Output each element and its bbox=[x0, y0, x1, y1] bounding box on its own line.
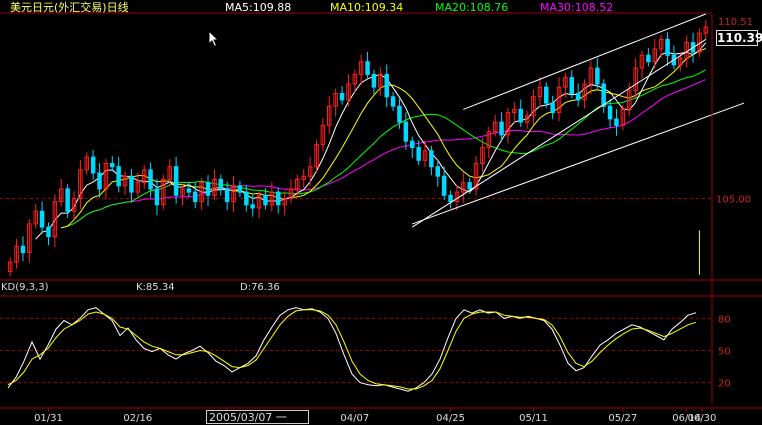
candle-body-56 bbox=[365, 61, 370, 75]
ma5-line bbox=[35, 42, 707, 240]
candle-body-64 bbox=[416, 147, 421, 161]
candle-body-23 bbox=[154, 188, 160, 206]
chart-canvas: 105.00110.5120508001/3102/1603/04/0704/2… bbox=[0, 12, 762, 424]
candle-body-2 bbox=[20, 245, 26, 254]
kd-title: KD(9,3,3) bbox=[1, 282, 49, 293]
candle-body-37 bbox=[244, 191, 249, 206]
candle-body-6 bbox=[46, 226, 51, 238]
kd-tick-80: 80 bbox=[718, 314, 731, 325]
candle-body-66 bbox=[429, 150, 434, 168]
candle-body-17 bbox=[116, 166, 121, 187]
candle-body-80 bbox=[518, 108, 523, 123]
candle-body-68 bbox=[441, 175, 447, 196]
candle-body-61 bbox=[397, 105, 402, 123]
candle-body-38 bbox=[250, 204, 255, 209]
candle-body-36 bbox=[237, 185, 243, 193]
candle-body-72 bbox=[467, 182, 472, 190]
candle-body-40 bbox=[263, 194, 268, 206]
candle-body-93 bbox=[601, 83, 606, 107]
kd-d-line bbox=[7, 309, 697, 390]
time-tick-6: 05/27 bbox=[608, 413, 637, 424]
candle-body-42 bbox=[276, 191, 281, 206]
kd-grid bbox=[0, 317, 712, 384]
cursor-date-box: 2005/03/07 一 bbox=[206, 410, 309, 424]
kd-tick-20: 20 bbox=[718, 379, 731, 390]
candle-body-103 bbox=[665, 38, 670, 56]
price-tick-high: 110.51 bbox=[718, 17, 753, 28]
candle-body-28 bbox=[186, 188, 192, 193]
candle-body-59 bbox=[384, 73, 389, 98]
candle-body-31 bbox=[205, 182, 211, 196]
candle-body-22 bbox=[148, 169, 153, 190]
candle-body-33 bbox=[218, 178, 223, 190]
ma20-legend: MA20:108.76 bbox=[435, 1, 509, 14]
mouse-cursor-icon bbox=[208, 30, 220, 48]
candle-body-57 bbox=[371, 73, 377, 88]
candle-body-5 bbox=[39, 210, 45, 228]
candle-body-60 bbox=[390, 96, 396, 107]
candle-body-63 bbox=[410, 140, 415, 149]
moving-average-lines bbox=[35, 42, 707, 240]
candle-body-100 bbox=[646, 54, 651, 63]
candle-body-29 bbox=[193, 191, 198, 203]
candle-body-88 bbox=[569, 77, 574, 94]
candle-body-13 bbox=[90, 156, 96, 174]
time-tick-0: 01/31 bbox=[34, 413, 63, 424]
candle-body-67 bbox=[435, 166, 440, 177]
kd-tick-50: 50 bbox=[718, 347, 731, 358]
candle-body-9 bbox=[65, 188, 70, 212]
price-tick-105: 105.00 bbox=[716, 194, 751, 205]
candle-body-16 bbox=[110, 163, 115, 168]
time-tick-5: 05/11 bbox=[519, 413, 548, 424]
time-tick-4: 04/25 bbox=[436, 413, 465, 424]
candle-body-69 bbox=[448, 194, 453, 203]
candle-body-89 bbox=[575, 93, 581, 101]
d-value: D:76.36 bbox=[240, 282, 280, 293]
candlestick-series bbox=[7, 19, 709, 277]
candle-body-84 bbox=[544, 86, 549, 104]
candle-body-95 bbox=[614, 118, 619, 126]
candle-body-62 bbox=[403, 121, 409, 142]
candle-body-52 bbox=[339, 93, 345, 101]
chart-axes bbox=[0, 12, 762, 412]
kd-k-line bbox=[7, 307, 697, 392]
candle-body-77 bbox=[499, 121, 504, 136]
candle-body-34 bbox=[224, 188, 230, 203]
candle-body-19 bbox=[129, 175, 134, 193]
candle-body-14 bbox=[97, 172, 102, 190]
k-value: K:85.34 bbox=[136, 282, 175, 293]
candle-body-85 bbox=[550, 102, 555, 114]
candle-body-94 bbox=[607, 105, 613, 120]
kd-lines bbox=[7, 307, 697, 392]
time-tick-3: 04/07 bbox=[340, 413, 369, 424]
time-tick-8: 06/30 bbox=[688, 413, 717, 424]
time-tick-1: 02/16 bbox=[123, 413, 152, 424]
candle-body-92 bbox=[595, 67, 600, 85]
ma10-legend: MA10:109.34 bbox=[330, 1, 404, 14]
chart-title: 美元日元(外汇交易)日线 bbox=[10, 1, 129, 14]
candle-body-26 bbox=[173, 166, 179, 196]
ma30-legend: MA30:108.52 bbox=[540, 1, 614, 14]
current-price-box: 110.39 bbox=[716, 30, 762, 46]
ma5-legend: MA5:109.88 bbox=[225, 1, 292, 14]
